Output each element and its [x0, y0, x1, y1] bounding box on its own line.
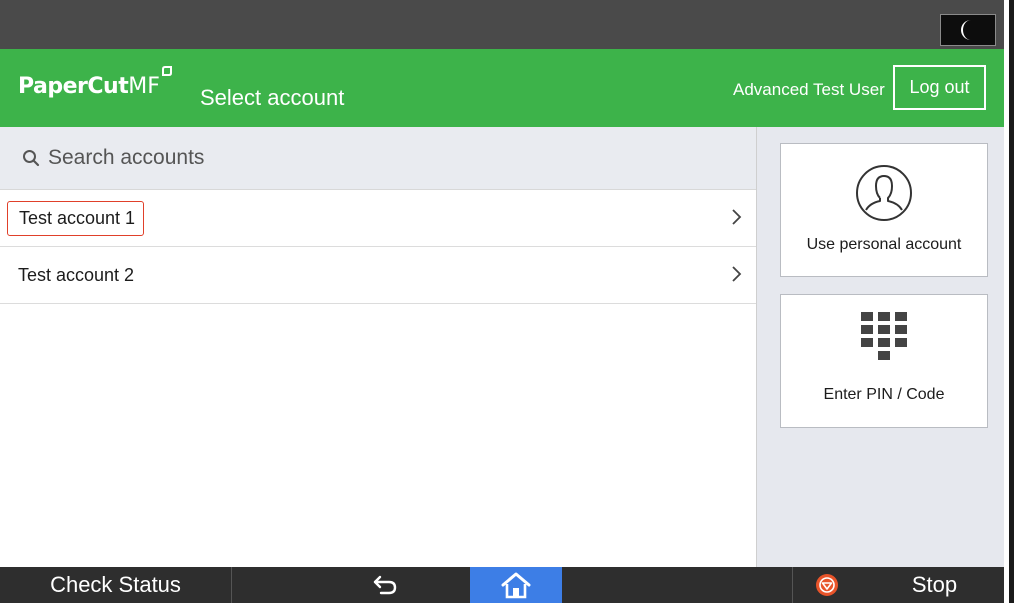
- home-button[interactable]: [470, 567, 562, 603]
- bottom-bar: Check Status Stop: [0, 567, 1004, 603]
- stop-button[interactable]: Stop: [792, 567, 1004, 603]
- system-bar: [0, 0, 1004, 49]
- account-list-panel: Search accounts Test account 1 Test acco…: [0, 127, 756, 567]
- use-personal-account-button[interactable]: Use personal account: [780, 143, 988, 277]
- logo-suffix: MF: [128, 74, 160, 99]
- check-status-button[interactable]: Check Status: [0, 567, 232, 603]
- search-input[interactable]: Search accounts: [0, 127, 756, 190]
- person-icon: [856, 165, 912, 221]
- enter-pin-button[interactable]: Enter PIN / Code: [780, 294, 988, 428]
- back-button[interactable]: [355, 567, 415, 603]
- chevron-right-icon: [732, 266, 742, 282]
- account-label: Test account 1: [7, 200, 145, 236]
- personal-account-label: Use personal account: [806, 236, 962, 253]
- papercut-logo: PaperCut MF: [18, 66, 172, 102]
- account-label: Test account 2: [18, 264, 135, 285]
- chevron-right-icon: [732, 209, 742, 225]
- back-arrow-icon: [373, 575, 397, 595]
- account-row-1[interactable]: Test account 1: [0, 190, 756, 247]
- app-header: PaperCut MF Select account Advanced Test…: [0, 49, 1004, 127]
- account-row-2[interactable]: Test account 2: [0, 247, 756, 304]
- options-panel: Use personal account Enter PIN / Code: [756, 127, 1004, 567]
- sleep-button[interactable]: [940, 14, 996, 46]
- stop-icon: [816, 574, 838, 596]
- logout-button[interactable]: Log out: [893, 65, 986, 110]
- logo-leaf-icon: [161, 66, 172, 76]
- logo-brand: PaperCut: [18, 74, 129, 99]
- pin-label: Enter PIN / Code: [823, 386, 945, 403]
- keypad-icon: [861, 312, 907, 360]
- search-icon: [23, 150, 40, 167]
- home-icon: [501, 572, 531, 599]
- page-title: Select account: [200, 85, 345, 110]
- search-placeholder: Search accounts: [48, 146, 205, 169]
- user-name: Advanced Test User: [733, 80, 885, 99]
- stop-label: Stop: [911, 572, 958, 597]
- moon-icon: [961, 20, 971, 40]
